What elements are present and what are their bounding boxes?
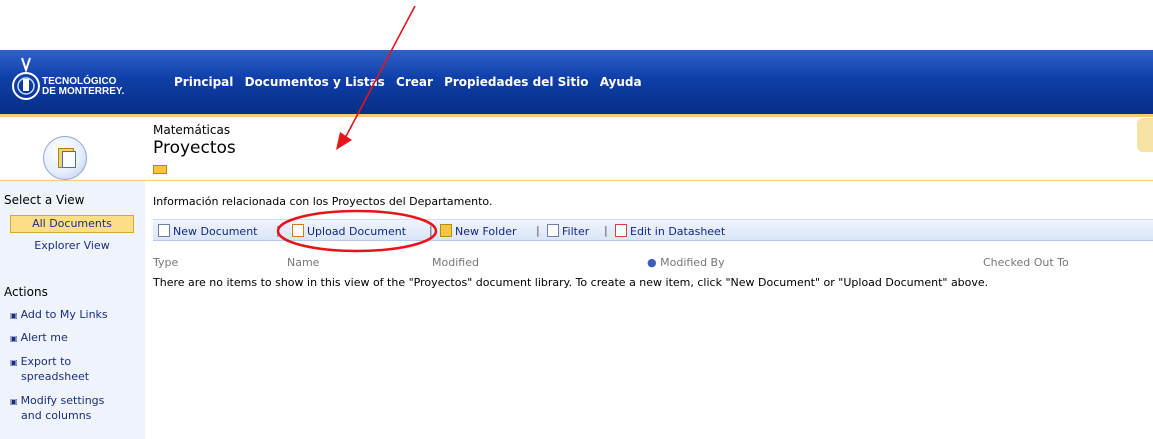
upload-document-label: Upload Document xyxy=(307,225,407,238)
person-icon: ● xyxy=(647,256,657,269)
action-label: Modify settings xyxy=(20,394,105,407)
empty-list-message: There are no items to show in this view … xyxy=(153,276,989,289)
action-label: Add to My Links xyxy=(20,308,108,321)
logo-line-2: DE MONTERREY. xyxy=(42,86,125,97)
new-folder-icon xyxy=(440,224,452,237)
action-add-to-my-links[interactable]: ▣ Add to My Links xyxy=(10,308,108,323)
actions-heading: Actions xyxy=(4,285,48,299)
toolbar-separator: | xyxy=(604,224,608,237)
toolbar-separator: | xyxy=(276,224,280,237)
upload-icon xyxy=(292,224,304,237)
nav-item-propiedades[interactable]: Propiedades del Sitio xyxy=(444,75,588,89)
action-alert-me[interactable]: ▣ Alert me xyxy=(10,331,68,346)
new-folder-label: New Folder xyxy=(455,225,517,238)
action-export-spreadsheet[interactable]: ▣ Export to spreadsheet xyxy=(10,355,89,384)
toolbar-separator: | xyxy=(536,224,540,237)
view-all-documents[interactable]: All Documents xyxy=(10,215,134,233)
page-title: Proyectos xyxy=(153,138,236,158)
datasheet-icon xyxy=(615,224,627,237)
divider xyxy=(0,180,1153,181)
nav-item-ayuda[interactable]: Ayuda xyxy=(600,75,642,89)
site-logo[interactable]: TECNOLÓGICO DE MONTERREY. xyxy=(8,54,158,110)
column-checked-out-to[interactable]: Checked Out To xyxy=(983,256,1069,269)
upload-document-button[interactable]: Upload Document xyxy=(292,224,406,238)
search-icon[interactable] xyxy=(1137,118,1153,152)
bullet-icon: ▣ xyxy=(10,334,18,343)
new-document-icon xyxy=(158,224,170,237)
nav-item-crear[interactable]: Crear xyxy=(396,75,433,89)
new-document-button[interactable]: New Document xyxy=(158,224,257,238)
logo-text: TECNOLÓGICO DE MONTERREY. xyxy=(42,77,124,97)
column-modified[interactable]: Modified xyxy=(432,256,479,269)
bullet-icon: ▣ xyxy=(10,358,18,367)
bullet-icon: ▣ xyxy=(10,311,18,320)
column-name[interactable]: Name xyxy=(287,256,319,269)
view-explorer[interactable]: Explorer View xyxy=(10,239,134,252)
folder-icon[interactable] xyxy=(153,165,167,174)
list-description: Información relacionada con los Proyecto… xyxy=(153,195,493,208)
column-modified-by-label: Modified By xyxy=(660,256,725,269)
filter-icon xyxy=(547,224,559,237)
action-modify-settings[interactable]: ▣ Modify settings and columns xyxy=(10,394,104,423)
new-folder-button[interactable]: New Folder xyxy=(440,224,516,238)
filter-label: Filter xyxy=(562,225,590,238)
column-modified-by[interactable]: ● Modified By xyxy=(647,256,725,269)
edit-datasheet-label: Edit in Datasheet xyxy=(630,225,726,238)
bullet-icon: ▣ xyxy=(10,397,18,406)
nav-item-documentos[interactable]: Documentos y Listas xyxy=(245,75,385,89)
action-label: Alert me xyxy=(20,331,68,344)
toolbar-separator: | xyxy=(429,224,433,237)
action-label-2: spreadsheet xyxy=(21,370,90,383)
new-document-label: New Document xyxy=(173,225,258,238)
document-library-icon xyxy=(43,136,87,180)
edit-datasheet-button[interactable]: Edit in Datasheet xyxy=(615,224,725,238)
filter-button[interactable]: Filter xyxy=(547,224,589,238)
site-name[interactable]: Matemáticas xyxy=(153,123,230,137)
select-view-heading: Select a View xyxy=(4,193,85,207)
action-label: Export to xyxy=(20,355,72,368)
nav-item-principal[interactable]: Principal xyxy=(174,75,233,89)
action-label-2: and columns xyxy=(21,409,92,422)
logo-crest-icon xyxy=(12,57,40,100)
column-type[interactable]: Type xyxy=(153,256,178,269)
toolbar: New Document | Upload Document | New Fol… xyxy=(153,219,1153,241)
top-nav: Principal Documentos y Listas Crear Prop… xyxy=(174,75,649,89)
